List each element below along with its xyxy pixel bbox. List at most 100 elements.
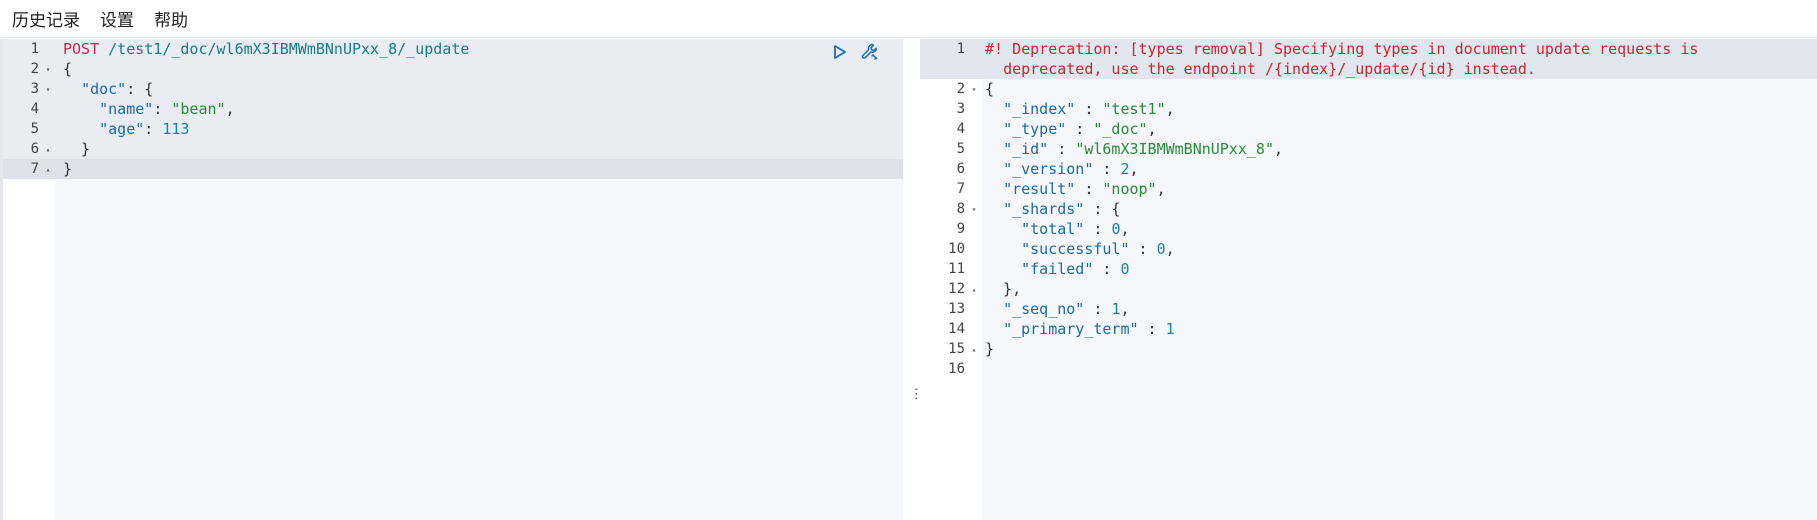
line-number: 11 <box>948 261 965 277</box>
request-toolbar <box>829 41 881 63</box>
code-text: "_seq_no" : 1, <box>981 300 1129 318</box>
line-number: 5 <box>30 121 39 137</box>
menu-settings[interactable]: 设置 <box>100 6 134 31</box>
response-line[interactable]: 10 "successful" : 0, <box>920 239 1817 259</box>
token-key: "_seq_no" <box>1003 300 1085 318</box>
token-num: 0 <box>1120 260 1130 278</box>
token-punct: : <box>1084 300 1112 318</box>
request-code-lines[interactable]: 1 POST /test1/_doc/wl6mX3IBMWmBNnUPxx_8/_… <box>3 39 903 179</box>
response-line[interactable]: 15 ▴} <box>920 339 1817 359</box>
response-line[interactable]: 11 "failed" : 0 <box>920 259 1817 279</box>
token-punct: , <box>1147 120 1157 138</box>
token-warn: #! Deprecation: [types removal] Specifyi… <box>985 40 1699 78</box>
response-code-lines[interactable]: 1 #! Deprecation: [types removal] Specify… <box>920 39 1817 379</box>
token-punct: : <box>1138 320 1166 338</box>
line-number: 15 <box>948 341 965 357</box>
code-text: { <box>55 60 72 78</box>
request-line[interactable]: 1 POST /test1/_doc/wl6mX3IBMWmBNnUPxx_8/_… <box>3 39 903 59</box>
token-punct <box>985 180 1003 198</box>
token-method: POST <box>63 40 100 58</box>
token-punct: } <box>63 140 91 158</box>
response-line[interactable]: 5 "_id" : "wl6mX3IBMWmBNnUPxx_8", <box>920 139 1817 159</box>
code-text: "failed" : 0 <box>981 260 1130 278</box>
line-number: 1 <box>956 41 965 57</box>
request-line[interactable]: 6 ▴ } <box>3 139 903 159</box>
fold-toggle-icon[interactable]: ▴ <box>41 165 55 174</box>
code-text: "name": "bean", <box>55 100 235 118</box>
line-number: 6 <box>956 161 965 177</box>
line-number: 8 <box>956 201 965 217</box>
code-text: "_type" : "_doc", <box>981 120 1157 138</box>
request-line[interactable]: 7 ▴} <box>3 159 903 179</box>
line-number: 16 <box>948 361 965 377</box>
token-num: 113 <box>162 120 190 138</box>
response-line[interactable]: 2 ▾ { <box>920 79 1817 99</box>
line-number: 7 <box>30 161 39 177</box>
request-line[interactable]: 2 ▾ { <box>3 59 903 79</box>
fold-toggle-icon[interactable]: ▴ <box>967 345 981 354</box>
token-punct <box>985 320 1003 338</box>
response-line[interactable]: 7 "result" : "noop", <box>920 179 1817 199</box>
token-str: "noop" <box>1102 180 1157 198</box>
response-line[interactable]: 9 "total" : 0, <box>920 219 1817 239</box>
fold-toggle-icon[interactable]: ▾ <box>41 65 55 74</box>
token-punct <box>63 80 81 98</box>
code-text: "_version" : 2, <box>981 160 1138 178</box>
response-line[interactable]: 1 #! Deprecation: [types removal] Specify… <box>920 39 1817 79</box>
code-text: #! Deprecation: [types removal] Specifyi… <box>981 39 1745 79</box>
code-text: "_primary_term" : 1 <box>981 320 1175 338</box>
response-line[interactable]: 3 "_index" : "test1", <box>920 99 1817 119</box>
token-punct: , <box>1274 140 1284 158</box>
fold-toggle-icon[interactable]: ▴ <box>967 285 981 294</box>
token-punct: , <box>225 100 235 118</box>
response-line[interactable]: 8 ▾ "_shards" : { <box>920 199 1817 219</box>
line-number: 6 <box>30 141 39 157</box>
token-str: "wl6mX3IBMWmBNnUPxx_8" <box>1075 140 1274 158</box>
menu-bar: 历史记录 设置 帮助 <box>0 0 1817 38</box>
token-url: /test1/_doc/wl6mX3IBMWmBNnUPxx_8/_update <box>108 40 470 58</box>
response-line[interactable]: 16 <box>920 359 1817 379</box>
token-key: "_id" <box>1003 140 1049 158</box>
line-number: 2 <box>30 61 39 77</box>
token-punct <box>985 260 1021 278</box>
line-number: 2 <box>956 81 965 97</box>
request-line[interactable]: 4 "name": "bean", <box>3 99 903 119</box>
token-punct: : <box>1075 180 1103 198</box>
code-text: "age": 113 <box>55 120 189 138</box>
fold-toggle-icon[interactable]: ▾ <box>967 205 981 214</box>
fold-toggle-icon[interactable]: ▾ <box>41 85 55 94</box>
token-key: "successful" <box>1021 240 1130 258</box>
request-line[interactable]: 3 ▾ "doc": { <box>3 79 903 99</box>
token-key: "_shards" <box>1003 200 1085 218</box>
token-punct: , <box>1156 180 1166 198</box>
line-number: 7 <box>956 181 965 197</box>
response-line[interactable]: 4 "_type" : "_doc", <box>920 119 1817 139</box>
response-line[interactable]: 13 "_seq_no" : 1, <box>920 299 1817 319</box>
token-str: "bean" <box>171 100 226 118</box>
fold-toggle-icon[interactable]: ▾ <box>967 85 981 94</box>
menu-history[interactable]: 历史记录 <box>12 6 80 31</box>
fold-toggle-icon[interactable]: ▴ <box>41 145 55 154</box>
token-punct: } <box>985 340 995 358</box>
token-num: 0 <box>1156 240 1166 258</box>
console-workspace: 1 POST /test1/_doc/wl6mX3IBMWmBNnUPxx_8/_… <box>0 39 1817 520</box>
response-line[interactable]: 6 "_version" : 2, <box>920 159 1817 179</box>
token-punct: : <box>1075 100 1103 118</box>
response-line[interactable]: 14 "_primary_term" : 1 <box>920 319 1817 339</box>
request-editor[interactable]: 1 POST /test1/_doc/wl6mX3IBMWmBNnUPxx_8/_… <box>0 39 903 520</box>
code-text: POST /test1/_doc/wl6mX3IBMWmBNnUPxx_8/_u… <box>55 40 469 58</box>
token-num: 1 <box>1165 320 1175 338</box>
response-viewer[interactable]: 1 #! Deprecation: [types removal] Specify… <box>920 39 1817 520</box>
token-key: "_version" <box>1003 160 1094 178</box>
request-line[interactable]: 5 "age": 113 <box>3 119 903 139</box>
menu-help[interactable]: 帮助 <box>154 6 188 31</box>
code-text: "_shards" : { <box>981 200 1120 218</box>
token-punct: , <box>1165 240 1175 258</box>
code-text: "_index" : "test1", <box>981 100 1175 118</box>
line-number: 1 <box>30 41 39 57</box>
wrench-icon[interactable] <box>859 41 881 63</box>
response-line[interactable]: 12 ▴ }, <box>920 279 1817 299</box>
line-number: 13 <box>948 301 965 317</box>
play-icon[interactable] <box>829 41 851 63</box>
pane-resizer[interactable]: ⋯ <box>903 39 924 520</box>
